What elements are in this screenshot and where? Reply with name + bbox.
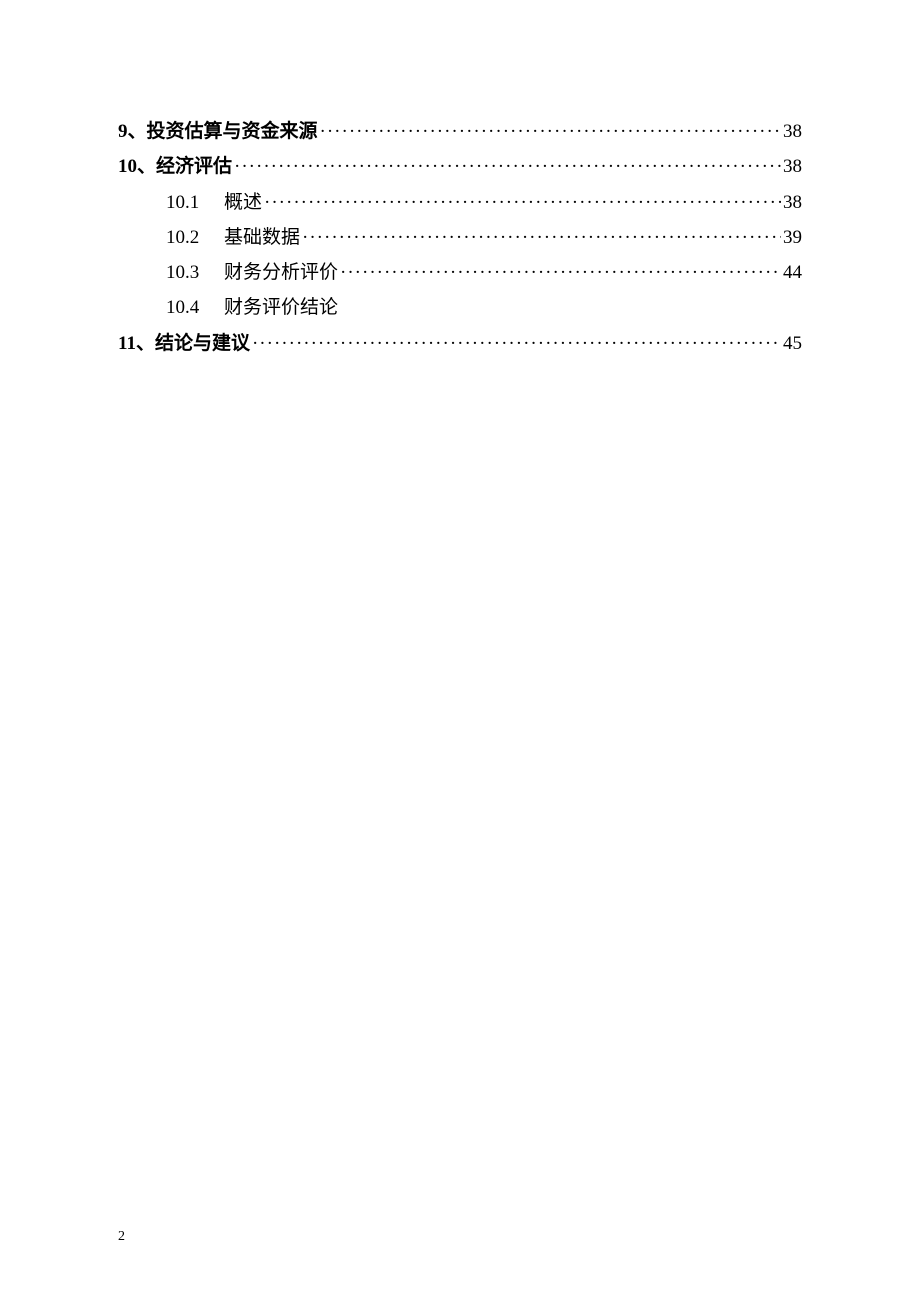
toc-sub-number: 10.2 [166, 221, 212, 254]
toc-number: 10 [118, 150, 137, 183]
page-number: 2 [118, 1229, 125, 1245]
toc-page: 38 [783, 150, 802, 183]
toc-entry-10-4: 10.4 财务评价结论 [118, 291, 802, 324]
toc-separator: 、 [137, 150, 156, 183]
toc-title: 结论与建议 [155, 327, 250, 360]
toc-entry-10-1: 10.1 概述 38 [118, 186, 802, 219]
toc-number: 9 [118, 115, 128, 148]
toc-page: 38 [783, 186, 802, 219]
toc-leader [320, 115, 781, 148]
toc-entry-10-2: 10.2 基础数据 39 [118, 221, 802, 254]
toc-page: 45 [783, 327, 802, 360]
toc-sub-title: 财务评价结论 [224, 291, 338, 324]
toc-leader [302, 221, 781, 254]
toc-separator: 、 [128, 115, 147, 148]
toc-separator: 、 [136, 327, 155, 360]
toc-page: 39 [783, 221, 802, 254]
toc-sub-title: 概述 [224, 186, 262, 219]
toc-number: 11 [118, 327, 136, 360]
toc-sub-title: 基础数据 [224, 221, 300, 254]
toc-sub-number: 10.3 [166, 256, 212, 289]
toc-title: 经济评估 [156, 150, 232, 183]
toc-leader [340, 256, 781, 289]
toc-leader [264, 186, 781, 219]
toc-sub-title: 财务分析评价 [224, 256, 338, 289]
toc-page: 38 [783, 115, 802, 148]
toc-entry-10-3: 10.3 财务分析评价 44 [118, 256, 802, 289]
toc-page: 44 [783, 256, 802, 289]
toc-entry-10: 10、经济评估 38 [118, 150, 802, 183]
toc-container: 9、投资估算与资金来源 38 10、经济评估 38 10.1 概述 38 10.… [0, 0, 920, 360]
toc-sub-number: 10.1 [166, 186, 212, 219]
toc-leader [234, 150, 781, 183]
toc-sub-number: 10.4 [166, 291, 212, 324]
toc-entry-11: 11、结论与建议 45 [118, 327, 802, 360]
toc-leader [252, 327, 781, 360]
toc-entry-9: 9、投资估算与资金来源 38 [118, 115, 802, 148]
toc-title: 投资估算与资金来源 [147, 115, 318, 148]
